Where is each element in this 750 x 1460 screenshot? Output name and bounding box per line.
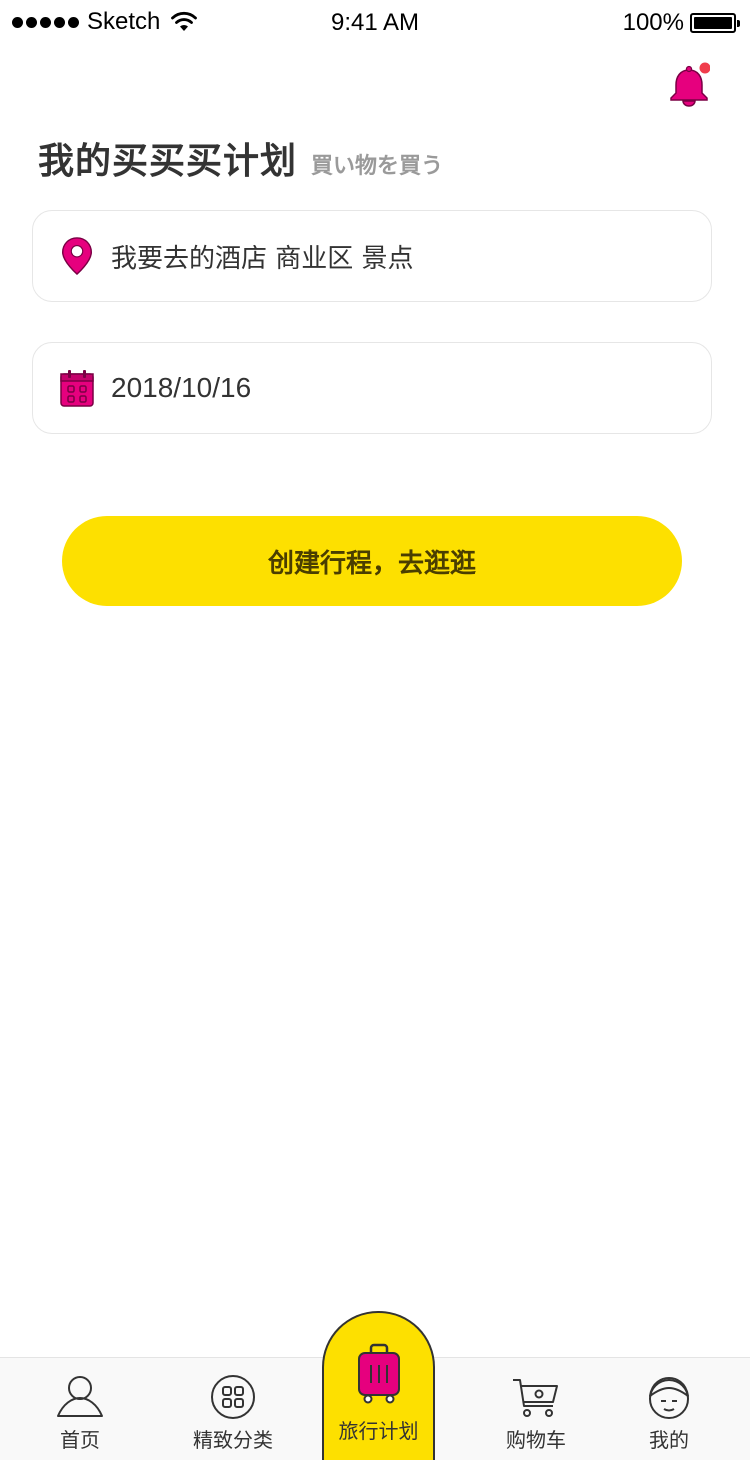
status-bar: Sketch 9:41 AM 100%: [0, 0, 750, 44]
tab-travel-plan-label: 旅行计划: [338, 1419, 419, 1443]
home-icon: [57, 1376, 103, 1417]
tab-home[interactable]: 首页: [40, 1358, 120, 1460]
page-subtitle: 買い物を買う: [311, 154, 444, 179]
tab-home-label: 首页: [60, 1428, 100, 1452]
destination-value: 我要去的酒店 商业区 景点: [111, 243, 414, 274]
create-trip-button[interactable]: 创建行程，去逛逛: [62, 516, 682, 606]
luggage-icon: [357, 1343, 400, 1404]
cart-icon: [513, 1379, 558, 1417]
tab-cart[interactable]: 购物车: [496, 1358, 576, 1460]
destination-field[interactable]: 我要去的酒店 商业区 景点: [32, 210, 712, 302]
date-value: 2018/10/16: [111, 372, 252, 403]
profile-icon: [649, 1377, 689, 1419]
page-title: 我的买买买计划: [38, 141, 298, 182]
notification-dot: [699, 62, 710, 74]
date-field[interactable]: 2018/10/16: [32, 342, 712, 434]
battery-icon: [690, 13, 740, 33]
status-right: 100%: [622, 9, 740, 37]
title-row: 我的买买买计划 買い物を買う: [38, 132, 443, 184]
notification-bell-icon[interactable]: [668, 62, 710, 108]
tab-profile[interactable]: 我的: [629, 1358, 709, 1460]
location-pin-icon: [61, 237, 93, 276]
battery-percent: 100%: [622, 9, 684, 36]
tab-profile-label: 我的: [649, 1428, 689, 1452]
tab-category[interactable]: 精致分类: [183, 1358, 283, 1460]
tab-category-label: 精致分类: [193, 1428, 273, 1452]
tab-travel-plan[interactable]: 旅行计划: [322, 1311, 435, 1460]
calendar-icon: [60, 370, 94, 407]
category-icon: [211, 1375, 255, 1419]
tab-cart-label: 购物车: [506, 1428, 566, 1452]
